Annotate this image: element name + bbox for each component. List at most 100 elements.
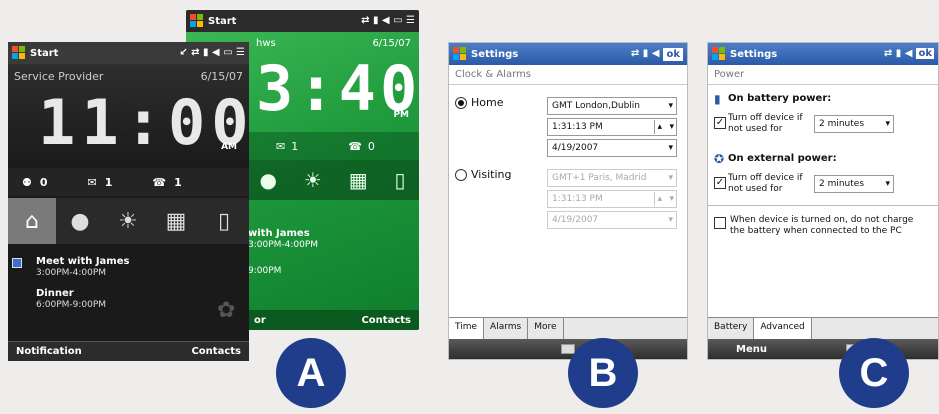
settings-title: Settings — [730, 48, 778, 60]
appointment-title[interactable]: with James — [248, 228, 310, 239]
people-tab-icon[interactable]: ● — [56, 209, 104, 234]
battery-checkbox[interactable]: ✓ — [714, 117, 726, 129]
messages-count: 1 — [291, 139, 299, 153]
programs-tab-icon[interactable]: ▦ — [152, 209, 200, 234]
label-b-badge: B — [568, 338, 638, 408]
battery-icon: ▮ — [714, 92, 721, 106]
missed-call-count: 0 — [367, 139, 375, 153]
visiting-time-input[interactable]: 1:31:13 PM ▴ ▾ — [547, 190, 677, 208]
visiting-date-select[interactable]: 4/19/2007 ▾ — [547, 211, 677, 229]
spin-down-icon[interactable]: ▾ — [669, 120, 674, 134]
chevron-down-icon: ▾ — [668, 215, 673, 225]
start-label[interactable]: Start — [30, 48, 58, 59]
tab-strip: ⌂ ● ☀ ▦ ▯ — [8, 198, 249, 244]
voicemail-count: 0 — [39, 175, 48, 189]
ok-button[interactable]: ok — [663, 48, 683, 61]
external-timeout-select[interactable]: 2 minutes ▾ — [814, 175, 894, 193]
external-checkbox[interactable]: ✓ — [714, 177, 726, 189]
ampm-label: PM — [393, 110, 409, 120]
messages-count: 1 — [104, 175, 113, 189]
settings-body: Clock & Alarms Home GMT London,Dublin ▾ 1… — [449, 65, 687, 339]
appointment-time: 3:00PM-4:00PM — [248, 240, 319, 250]
phone-c-screen: Settings ⇄ ▮ ◀ ok Power ▮ On battery powe… — [707, 42, 939, 360]
status-icons: ⇄ ▮ ◀ ▭ ☰ — [361, 15, 415, 26]
messages-icon[interactable]: ✉ — [88, 176, 97, 189]
windows-start-icon[interactable] — [190, 14, 204, 28]
windows-start-icon[interactable] — [453, 47, 467, 61]
chevron-down-icon: ▾ — [668, 101, 673, 111]
clock-panel: Service Provider 6/15/07 11:00 AM — [8, 64, 249, 168]
status-icons: ⇄ ▮ ◀ ok — [631, 48, 683, 61]
clock-display: 11:00 — [38, 86, 249, 159]
battery-timeout-select[interactable]: 2 minutes ▾ — [814, 115, 894, 133]
external-timeout-value: 2 minutes — [819, 179, 865, 189]
soft-key-left[interactable]: or — [254, 315, 266, 326]
appointment-title[interactable]: Meet with James — [36, 256, 129, 267]
visiting-date-value: 4/19/2007 — [552, 215, 599, 225]
people-tab-icon[interactable]: ● — [259, 168, 276, 192]
appointment2-title[interactable]: Dinner — [36, 288, 74, 299]
weather-tab-icon[interactable]: ☀ — [304, 168, 322, 192]
tab-battery[interactable]: Battery — [708, 318, 755, 339]
spin-up-icon[interactable]: ▴ — [654, 120, 662, 134]
date-label: 6/15/07 — [200, 70, 243, 83]
tab-bar: Battery Advanced — [708, 317, 938, 339]
tab-advanced[interactable]: Advanced — [754, 318, 812, 339]
sub-label: hws — [256, 38, 276, 49]
status-icons: ⇄ ▮ ◀ ok — [883, 48, 934, 59]
soft-key-contacts[interactable]: Contacts — [361, 315, 411, 326]
music-tab-icon[interactable]: ▯ — [200, 209, 248, 234]
ok-button[interactable]: ok — [916, 48, 934, 59]
soft-key-bar — [449, 339, 687, 359]
tab-bar: Time Alarms More — [449, 317, 687, 339]
spin-up-icon[interactable]: ▴ — [654, 192, 662, 206]
external-label: Turn off device if not used for — [728, 173, 803, 194]
soft-key-menu[interactable]: Menu — [736, 344, 767, 355]
home-radio[interactable] — [455, 97, 467, 109]
home-time-input[interactable]: 1:31:13 PM ▴ ▾ — [547, 118, 677, 136]
battery-label: Turn off device if not used for — [728, 113, 803, 134]
missed-call-icon[interactable]: ☎ — [348, 140, 362, 153]
messages-icon[interactable]: ✉ — [276, 140, 285, 153]
start-label[interactable]: Start — [208, 16, 236, 27]
programs-tab-icon[interactable]: ▦ — [349, 168, 368, 192]
no-charge-label: When device is turned on, do not charge … — [730, 215, 914, 236]
date-label: 6/15/07 — [372, 38, 411, 49]
title-bar: Settings ⇄ ▮ ◀ ok — [708, 43, 938, 65]
home-tab-icon[interactable]: ⌂ — [8, 198, 56, 244]
ampm-label: AM — [221, 142, 237, 152]
weather-tab-icon[interactable]: ☀ — [104, 209, 152, 234]
windows-start-icon[interactable] — [12, 46, 26, 60]
soft-key-contacts[interactable]: Contacts — [191, 346, 241, 357]
missed-call-count: 1 — [174, 175, 182, 189]
tab-time[interactable]: Time — [449, 318, 485, 339]
voicemail-icon[interactable]: ⚉ — [22, 176, 32, 189]
spin-down-icon[interactable]: ▾ — [669, 192, 674, 206]
phone-a-front-screen: Start ↙ ⇄ ▮ ◀ ▭ ☰ Service Provider 6/15/… — [8, 42, 249, 361]
missed-call-icon[interactable]: ☎ — [152, 176, 166, 189]
tab-more[interactable]: More — [528, 318, 564, 339]
divider — [708, 205, 938, 206]
home-timezone-select[interactable]: GMT London,Dublin ▾ — [547, 97, 677, 115]
soft-key-bar: or Contacts — [246, 310, 419, 330]
soft-key-notification[interactable]: Notification — [16, 346, 82, 357]
chevron-down-icon: ▾ — [885, 119, 890, 129]
appointment-time: 3:00PM-4:00PM — [36, 268, 107, 278]
chevron-down-icon: ▾ — [885, 179, 890, 189]
plug-icon: ✪ — [714, 152, 725, 166]
keyboard-icon[interactable] — [561, 344, 575, 354]
no-charge-checkbox[interactable] — [714, 217, 726, 229]
battery-heading: On battery power: — [728, 93, 832, 104]
external-heading: On external power: — [728, 153, 837, 164]
windows-start-icon[interactable] — [712, 47, 726, 61]
phone-b-screen: Settings ⇄ ▮ ◀ ok Clock & Alarms Home GMT… — [448, 42, 688, 360]
tab-alarms[interactable]: Alarms — [484, 318, 529, 339]
home-date-select[interactable]: 4/19/2007 ▾ — [547, 139, 677, 157]
visiting-timezone-value: GMT+1 Paris, Madrid — [552, 173, 647, 183]
visiting-timezone-select[interactable]: GMT+1 Paris, Madrid ▾ — [547, 169, 677, 187]
chevron-down-icon: ▾ — [668, 173, 673, 183]
visiting-time-value: 1:31:13 PM — [552, 194, 603, 204]
settings-body: Power ▮ On battery power: ✓ Turn off dev… — [708, 65, 938, 339]
music-tab-icon[interactable]: ▯ — [395, 168, 406, 192]
visiting-radio[interactable] — [455, 169, 467, 181]
